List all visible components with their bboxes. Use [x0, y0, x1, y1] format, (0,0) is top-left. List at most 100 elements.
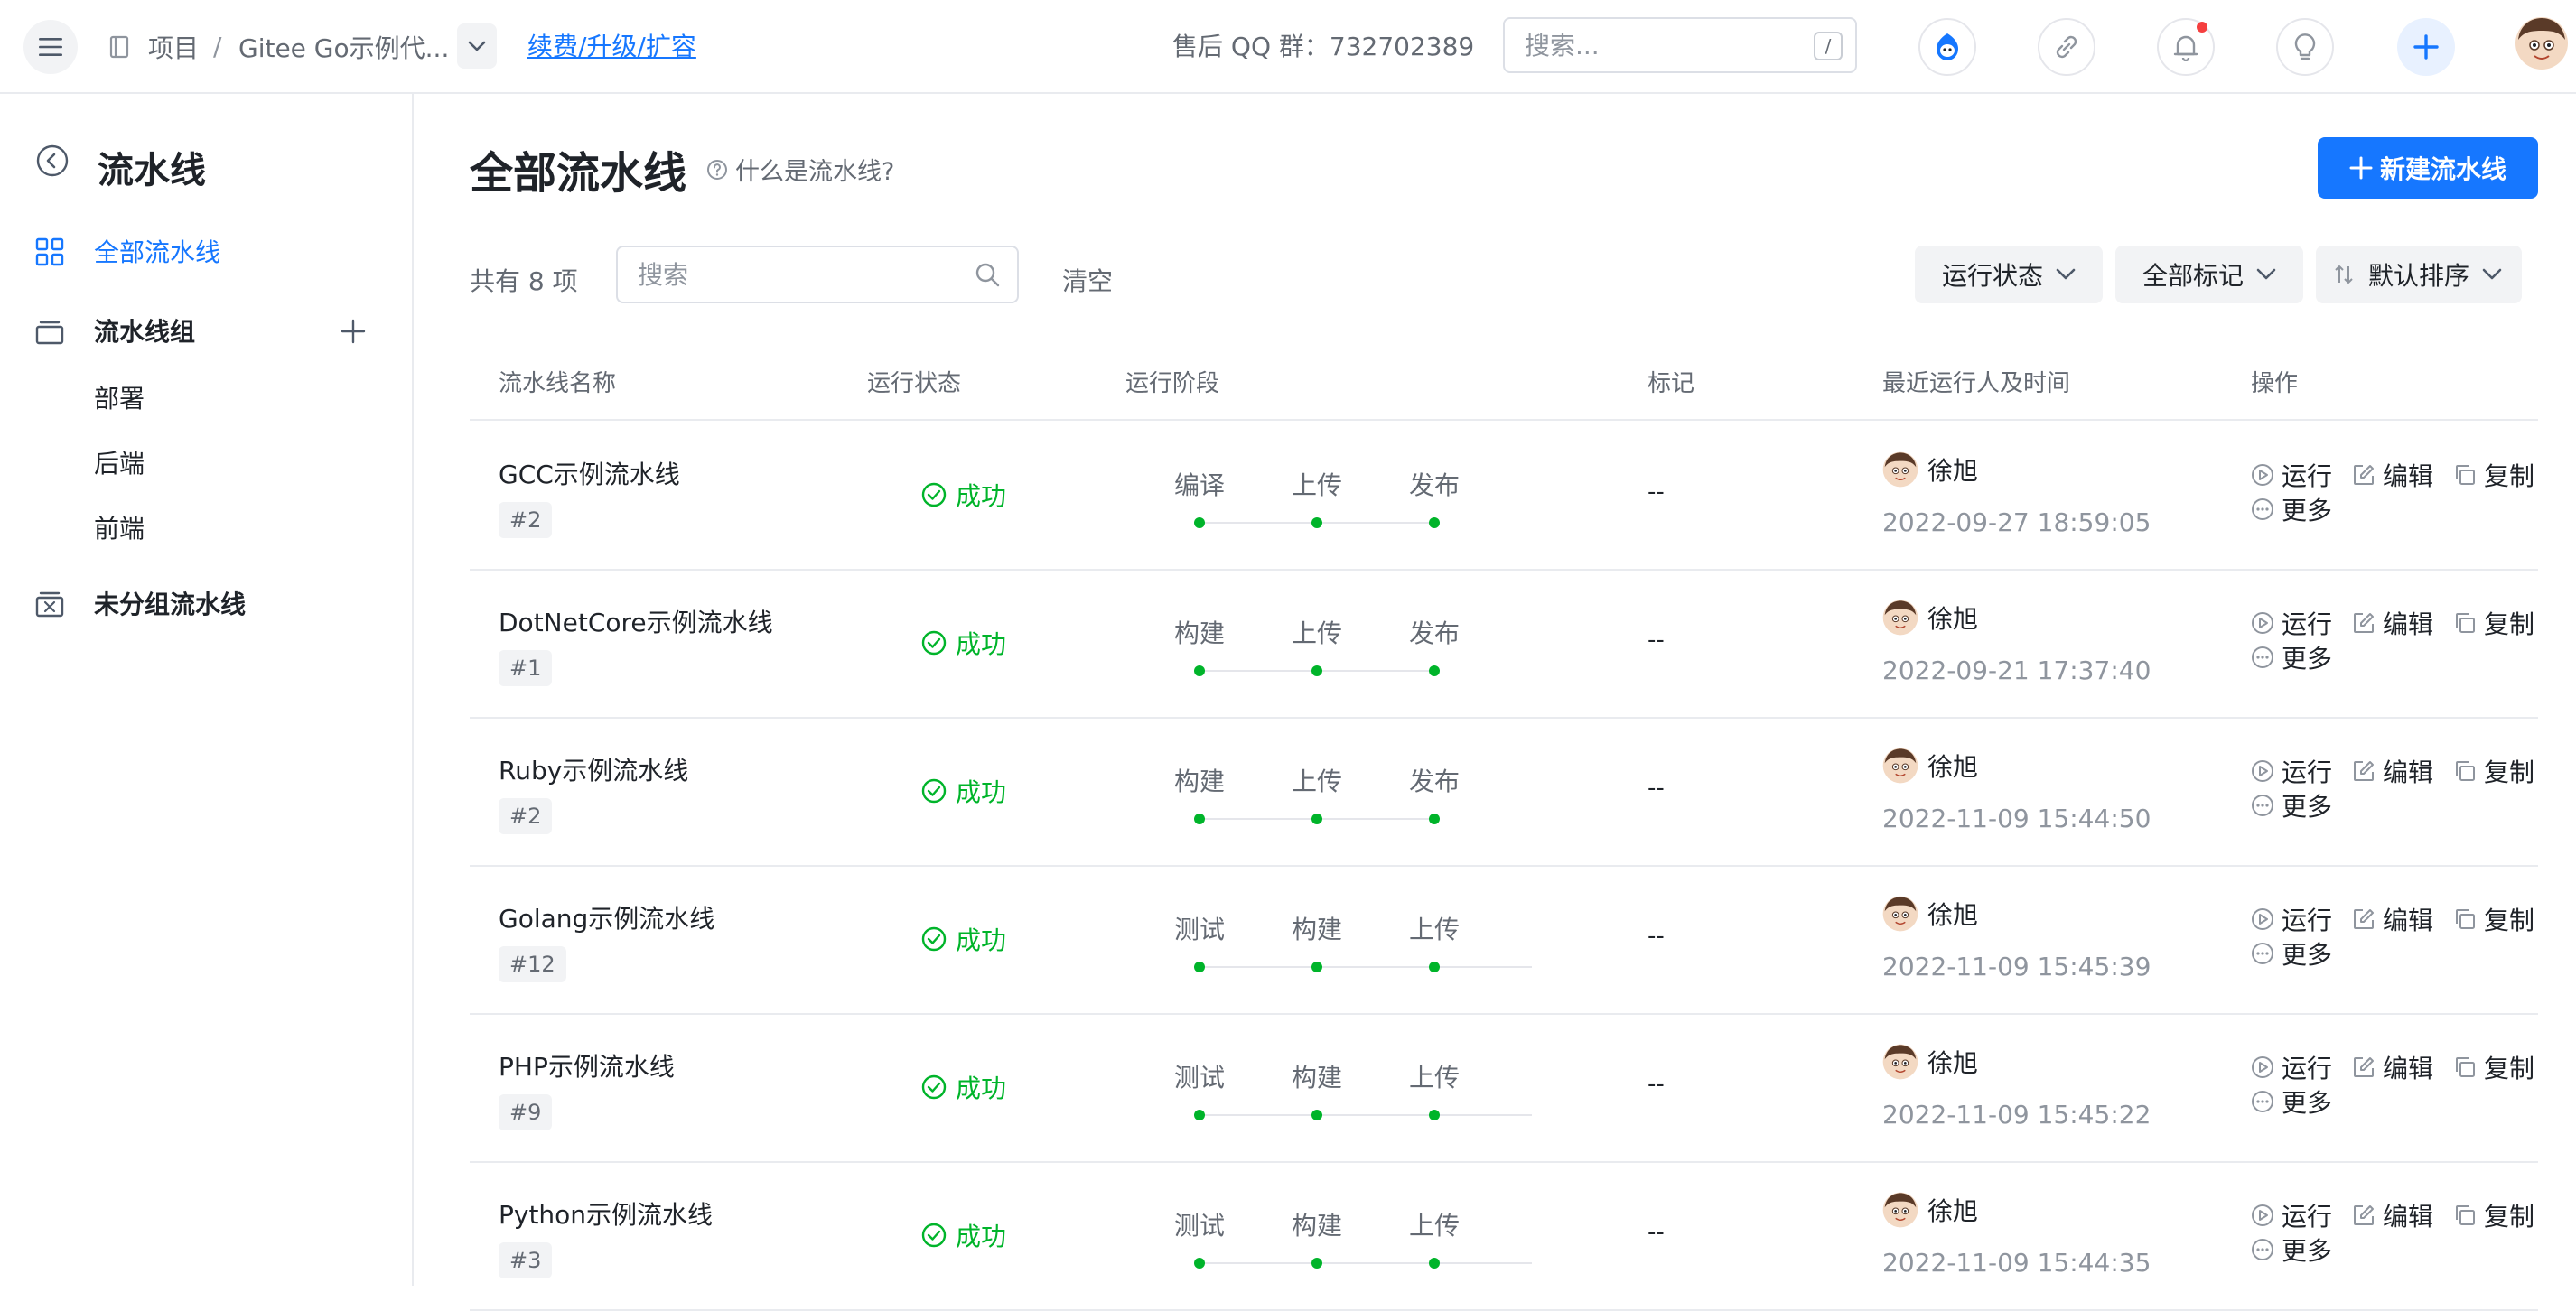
- stage-dot[interactable]: [1194, 665, 1205, 676]
- run-button[interactable]: 运行: [2251, 1049, 2332, 1085]
- pipeline-name[interactable]: Python示例流水线: [499, 1195, 713, 1232]
- edit-button[interactable]: 编辑: [2352, 605, 2433, 641]
- sidebar-group-deploy[interactable]: 部署: [94, 379, 145, 415]
- table-row[interactable]: Python示例流水线 #3 成功 测试 构建 上传 发 -- 徐旭 2022-11-09 15:…: [470, 1163, 2538, 1311]
- global-search-input[interactable]: [1507, 21, 1778, 70]
- stage-dot[interactable]: [1311, 814, 1322, 824]
- user-avatar[interactable]: [2515, 16, 2569, 70]
- sort-dropdown[interactable]: 默认排序: [2316, 246, 2523, 303]
- add-group-icon[interactable]: [338, 316, 369, 347]
- stage-dot[interactable]: [1429, 1110, 1440, 1120]
- assistant-button[interactable]: [1918, 18, 1976, 76]
- sidebar-group-frontend[interactable]: 前端: [94, 509, 145, 545]
- table-row[interactable]: PHP示例流水线 #9 成功 测试 构建 上传 发 -- 徐旭 2022-11-09 15:45:…: [470, 1015, 2538, 1163]
- run-button[interactable]: 运行: [2251, 1197, 2332, 1233]
- create-button[interactable]: [2397, 18, 2455, 76]
- page-title: 全部流水线: [470, 148, 687, 199]
- build-number[interactable]: #1: [499, 650, 553, 686]
- stage-dot[interactable]: [1429, 665, 1440, 676]
- edit-button[interactable]: 编辑: [2352, 753, 2433, 789]
- stage-dot[interactable]: [1311, 517, 1322, 528]
- more-button[interactable]: 更多: [2251, 935, 2332, 972]
- build-number[interactable]: #9: [499, 1094, 553, 1130]
- breadcrumb-repo[interactable]: Gitee Go示例代...: [238, 0, 449, 94]
- stage-label: 上传: [1291, 618, 1342, 648]
- pipeline-name[interactable]: GCC示例流水线: [499, 455, 680, 491]
- run-label: 运行: [2282, 609, 2333, 639]
- notifications-button[interactable]: [2157, 18, 2215, 76]
- edit-button[interactable]: 编辑: [2352, 1049, 2433, 1085]
- edit-icon: [2354, 1057, 2374, 1077]
- pipeline-name[interactable]: Golang示例流水线: [499, 899, 714, 935]
- build-number[interactable]: #2: [499, 798, 553, 834]
- more-button[interactable]: 更多: [2251, 1083, 2332, 1120]
- pipeline-name[interactable]: DotNetCore示例流水线: [499, 603, 773, 639]
- copy-button[interactable]: 复制: [2453, 457, 2534, 493]
- run-button[interactable]: 运行: [2251, 753, 2332, 789]
- search-icon[interactable]: [974, 261, 1001, 288]
- table-row[interactable]: DotNetCore示例流水线 #1 成功 构建 上传 发布 -- 徐旭 2022-09-21 …: [470, 571, 2538, 719]
- build-number[interactable]: #2: [499, 502, 553, 538]
- stage-dot[interactable]: [1429, 962, 1440, 972]
- run-button[interactable]: 运行: [2251, 901, 2332, 937]
- stage-dot[interactable]: [1194, 814, 1205, 824]
- link-button[interactable]: [2038, 18, 2095, 76]
- new-pipeline-button[interactable]: 新建流水线: [2318, 137, 2538, 199]
- breadcrumb-project[interactable]: 项目: [148, 29, 199, 65]
- run-time: 2022-11-09 15:44:35: [1882, 1248, 2151, 1278]
- copy-button[interactable]: 复制: [2453, 901, 2534, 937]
- run-button[interactable]: 运行: [2251, 457, 2332, 493]
- stage-dot[interactable]: [1429, 517, 1440, 528]
- table-row[interactable]: GCC示例流水线 #2 成功 编译 上传 发布 -- 徐旭 2022-09-27 18:59:0…: [470, 423, 2538, 571]
- table-row[interactable]: Ruby示例流水线 #2 成功 构建 上传 发布 -- 徐旭 2022-11-09 15:44:…: [470, 719, 2538, 867]
- stage-dot[interactable]: [1194, 1110, 1205, 1120]
- more-button[interactable]: 更多: [2251, 639, 2332, 675]
- more-button[interactable]: 更多: [2251, 491, 2332, 527]
- back-button[interactable]: [36, 144, 69, 181]
- repo-dropdown-button[interactable]: [457, 23, 497, 69]
- table-row[interactable]: Golang示例流水线 #12 成功 测试 构建 上传 发 -- 徐旭 2022-11-09 15…: [470, 867, 2538, 1015]
- stage-dot[interactable]: [1429, 814, 1440, 824]
- clear-button[interactable]: 清空: [1062, 262, 1113, 298]
- renew-upgrade-link[interactable]: 续费/升级/扩容: [527, 0, 696, 94]
- edit-button[interactable]: 编辑: [2352, 1197, 2433, 1233]
- what-is-pipeline-link[interactable]: 什么是流水线?: [706, 152, 894, 187]
- marks-filter-label: 全部标记: [2142, 261, 2245, 291]
- build-number[interactable]: #3: [499, 1242, 553, 1278]
- stage-dot[interactable]: [1311, 962, 1322, 972]
- stage-dot[interactable]: [1194, 1258, 1205, 1269]
- stage-dot[interactable]: [1194, 517, 1205, 528]
- copy-button[interactable]: 复制: [2453, 1197, 2534, 1233]
- stage-dot[interactable]: [1311, 1258, 1322, 1269]
- status-text: 成功: [956, 777, 1007, 807]
- sidebar-item-all-pipelines[interactable]: 全部流水线: [0, 222, 412, 280]
- marks-filter-dropdown[interactable]: 全部标记: [2115, 246, 2304, 303]
- pipeline-search-input[interactable]: [620, 249, 945, 300]
- build-number[interactable]: #12: [499, 946, 566, 982]
- sidebar-item-pipeline-groups[interactable]: 流水线组: [0, 302, 412, 359]
- more-button[interactable]: 更多: [2251, 787, 2332, 823]
- status-filter-dropdown[interactable]: 运行状态: [1915, 246, 2104, 303]
- copy-button[interactable]: 复制: [2453, 753, 2534, 789]
- sidebar-item-ungrouped[interactable]: 未分组流水线: [0, 574, 412, 632]
- sidebar-group-backend[interactable]: 后端: [94, 444, 145, 480]
- tips-button[interactable]: [2276, 18, 2334, 76]
- edit-button[interactable]: 编辑: [2352, 901, 2433, 937]
- stage-label: 测试: [1173, 1211, 1225, 1241]
- run-button[interactable]: 运行: [2251, 605, 2332, 641]
- status-text: 成功: [956, 629, 1007, 659]
- stage-dot[interactable]: [1311, 665, 1322, 676]
- stage-dot[interactable]: [1194, 962, 1205, 972]
- stage-dot[interactable]: [1429, 1258, 1440, 1269]
- qq-group-text: 售后 QQ 群：732702389: [1172, 32, 1475, 61]
- edit-button[interactable]: 编辑: [2352, 457, 2433, 493]
- copy-button[interactable]: 复制: [2453, 605, 2534, 641]
- success-check-icon: [921, 778, 947, 804]
- pipeline-name[interactable]: PHP示例流水线: [499, 1047, 675, 1083]
- pipeline-name[interactable]: Ruby示例流水线: [499, 751, 688, 787]
- more-button[interactable]: 更多: [2251, 1232, 2332, 1268]
- stage-flow: 编译 上传 发布: [1120, 423, 1532, 567]
- menu-button[interactable]: [23, 20, 78, 74]
- stage-dot[interactable]: [1311, 1110, 1322, 1120]
- copy-button[interactable]: 复制: [2453, 1049, 2534, 1085]
